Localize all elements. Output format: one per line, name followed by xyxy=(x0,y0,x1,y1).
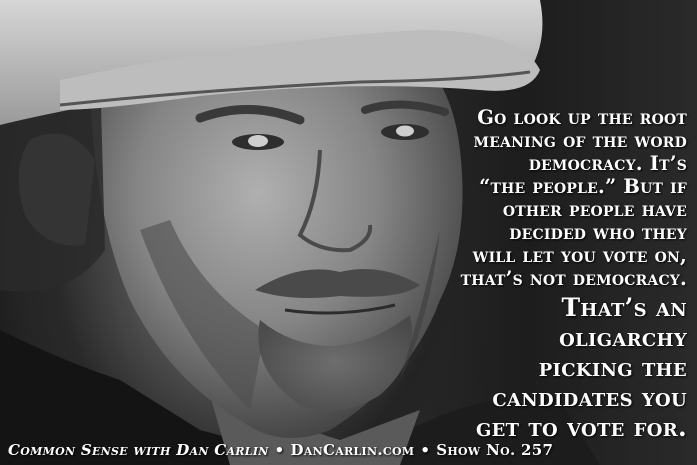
footer-caption: Common Sense with Dan Carlin • DanCarlin.c… xyxy=(8,441,553,459)
quote-line: meaning of the word xyxy=(473,129,687,152)
show-name: Common Sense with Dan Carlin xyxy=(8,441,269,459)
quote-line: that’s not democracy. xyxy=(460,267,687,290)
quote-line: picking the xyxy=(538,353,687,382)
poster: Go look up the root meaning of the word … xyxy=(0,0,697,465)
quote-line: Go look up the root xyxy=(477,106,687,129)
quote-line: decided who they xyxy=(509,221,687,244)
quote-paragraph-2: That’s an oligarchy picking the candidat… xyxy=(387,293,687,443)
episode-number: Show No. 257 xyxy=(436,441,554,459)
quote-line: will let you vote on, xyxy=(472,244,687,267)
separator-bullet: • xyxy=(420,441,431,459)
quote-line: democracy. It’s xyxy=(528,152,687,175)
quote-line: get to vote for. xyxy=(475,413,687,442)
quote-line: candidates you xyxy=(492,383,687,412)
quote-line: “the people.” But if xyxy=(479,175,687,198)
quote-line: other people have xyxy=(502,198,687,221)
separator-bullet: • xyxy=(274,441,285,459)
website: DanCarlin.com xyxy=(290,441,415,459)
quote-text: Go look up the root meaning of the word … xyxy=(387,106,687,443)
quote-line: That’s an xyxy=(561,293,687,322)
quote-line: oligarchy xyxy=(559,323,687,352)
quote-paragraph-1: Go look up the root meaning of the word … xyxy=(387,106,687,290)
